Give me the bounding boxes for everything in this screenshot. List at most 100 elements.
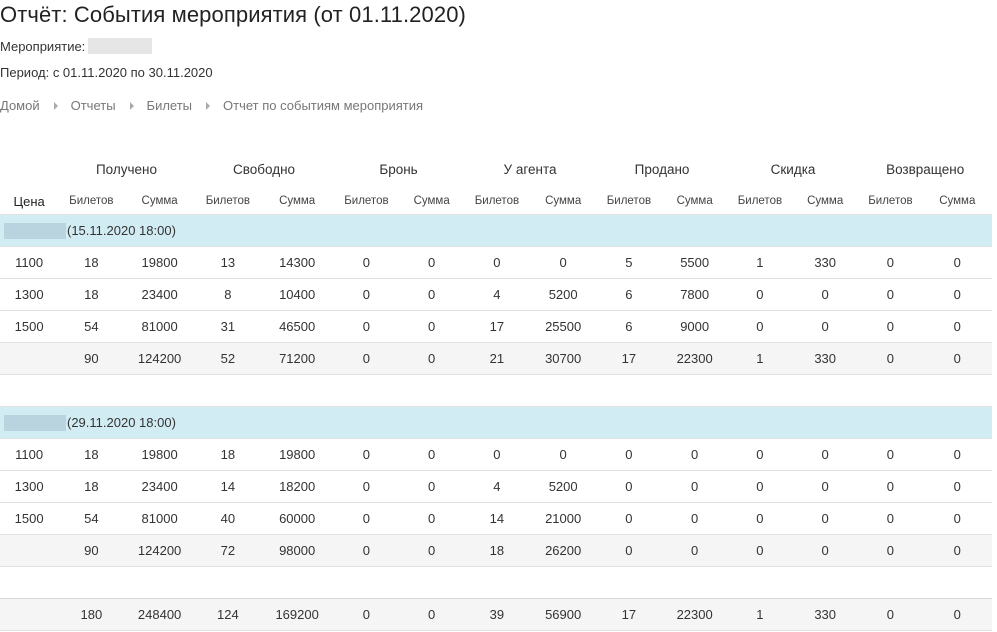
event-name-redacted [88,38,153,54]
value-cell: 0 [333,598,400,631]
value-cell: 17 [596,598,662,631]
chevron-right-icon [53,101,58,110]
breadcrumb-home[interactable]: Домой [0,98,40,113]
event-label: Мероприятие: [0,38,86,54]
value-cell: 0 [922,534,992,567]
value-cell: 7800 [661,278,728,311]
value-cell: 0 [727,278,793,311]
header-group: У агента [503,161,557,177]
value-cell: 40 [194,502,261,535]
period-text: Период: с 01.11.2020 по 30.11.2020 [0,65,213,80]
value-cell: 0 [792,438,859,471]
table-row: 1500 54 81000 31 46500 0 0 17 25500 6 9000 0 0 0 0 [0,310,992,343]
value-cell: 21 [463,342,531,375]
value-cell: 0 [922,470,992,503]
spacer-row [0,375,992,407]
header-sum: Сумма [413,195,450,207]
price-cell: 1300 [0,278,59,311]
header-group: Свободно [232,161,296,177]
value-cell: 71200 [261,342,334,375]
page-title: Отчёт: События мероприятия (от 01.11.202… [0,2,466,27]
value-cell: 0 [922,342,992,375]
header-sum: Сумма [279,195,316,207]
value-cell: 23400 [124,470,195,503]
value-cell: 330 [792,598,859,631]
event-line: Мероприятие: [0,38,153,54]
header-tickets: Билетов [344,195,389,207]
value-cell: 0 [858,598,923,631]
header-price: Цена [13,193,45,209]
grand-total-row: 180 248400 124 169200 0 0 39 56900 17 22300 1 330 0 0 [0,598,992,631]
value-cell: 17 [596,342,662,375]
header-group: Скидка [770,161,816,177]
value-cell: 124200 [124,534,195,567]
value-cell: 14 [463,502,531,535]
value-cell: 0 [727,310,793,343]
event-name-redacted [4,414,66,431]
event-group-row: (29.11.2020 18:00) [0,406,992,439]
value-cell: 0 [922,438,992,471]
value-cell: 22300 [661,598,728,631]
subtotal-row: 90 124200 72 98000 0 0 18 26200 0 0 0 0 0 0 [0,534,992,567]
value-cell: 0 [333,438,400,471]
header-empty [0,150,58,188]
value-cell: 0 [333,246,400,279]
value-cell: 18 [194,438,261,471]
value-cell: 0 [333,534,400,567]
value-cell: 0 [727,438,793,471]
value-cell: 0 [596,502,662,535]
value-cell: 4 [463,470,531,503]
value-cell: 0 [792,278,859,311]
chevron-right-icon [129,101,134,110]
value-cell: 330 [792,246,859,279]
value-cell: 5200 [530,278,597,311]
value-cell: 0 [727,534,793,567]
header-group: Бронь [379,161,418,177]
value-cell: 0 [792,502,859,535]
breadcrumb: Домой Отчеты Билеты Отчет по событиям ме… [0,98,423,113]
value-cell: 98000 [261,534,334,567]
value-cell: 0 [399,598,464,631]
chevron-right-icon [206,101,211,110]
value-cell: 124 [194,598,261,631]
value-cell: 0 [399,278,464,311]
value-cell: 17 [463,310,531,343]
value-cell: 0 [463,246,531,279]
header-tickets: Билетов [205,195,251,207]
value-cell: 10400 [261,278,334,311]
value-cell: 0 [596,470,662,503]
value-cell: 0 [399,534,464,567]
value-cell: 6 [596,310,662,343]
value-cell: 1 [727,342,793,375]
value-cell: 0 [922,310,992,343]
spacer-row [0,567,992,599]
price-cell: 1500 [0,310,59,343]
price-cell [0,342,59,375]
value-cell: 6 [596,278,662,311]
value-cell: 0 [792,470,859,503]
value-cell: 14300 [261,246,334,279]
value-cell: 0 [333,278,400,311]
value-cell: 0 [333,310,400,343]
breadcrumb-reports[interactable]: Отчеты [71,98,116,113]
value-cell: 0 [727,470,793,503]
value-cell: 0 [661,470,728,503]
value-cell: 8 [194,278,261,311]
price-cell [0,534,59,567]
value-cell: 0 [858,342,923,375]
table-body: (15.11.2020 18:00) 1100 18 19800 13 14300 0 0 0 0… [0,214,992,631]
value-cell: 18 [58,246,125,279]
value-cell: 0 [463,438,531,471]
value-cell: 54 [58,502,125,535]
price-cell: 1100 [0,438,59,471]
value-cell: 0 [333,502,400,535]
value-cell: 1 [727,246,793,279]
value-cell: 18 [58,470,125,503]
value-cell: 13 [194,246,261,279]
table-row: 1100 18 19800 13 14300 0 0 0 0 5 5500 1 330 0 0 [0,246,992,279]
value-cell: 81000 [124,310,195,343]
header-group: Возвращено [886,161,965,177]
breadcrumb-tickets[interactable]: Билеты [147,98,192,113]
price-cell: 1500 [0,502,59,535]
event-name-redacted [4,222,66,239]
